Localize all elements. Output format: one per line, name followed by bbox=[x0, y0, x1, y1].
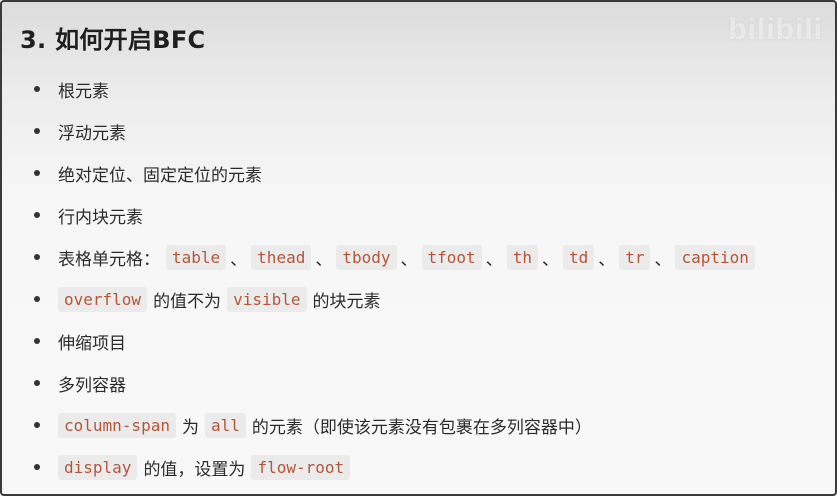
item-text: 多列容器 bbox=[58, 375, 126, 396]
item-text: 伸缩项目 bbox=[58, 333, 126, 354]
list-item-root-element: 根元素 bbox=[34, 68, 755, 110]
code-th: th bbox=[506, 244, 538, 270]
code-table: table bbox=[166, 244, 227, 270]
code-overflow: overflow bbox=[58, 286, 148, 312]
section-heading: 3. 如何开启BFC bbox=[20, 26, 206, 54]
item-label: 表格单元格： bbox=[58, 249, 160, 270]
code-column-span: column-span bbox=[58, 412, 176, 438]
separator: 、 bbox=[654, 249, 672, 270]
item-text: 的值，设置为 bbox=[143, 459, 246, 480]
code-display: display bbox=[58, 454, 138, 480]
item-text: 的块元素 bbox=[312, 291, 381, 312]
code-tbody: tbody bbox=[336, 244, 397, 270]
list-item-positioned-element: 绝对定位、固定定位的元素 bbox=[34, 152, 755, 194]
separator: 、 bbox=[485, 249, 503, 270]
code-td: td bbox=[562, 244, 595, 270]
bullet-icon bbox=[34, 86, 40, 92]
code-tfoot: tfoot bbox=[421, 244, 482, 270]
separator: 、 bbox=[315, 249, 333, 270]
item-text: 的值不为 bbox=[153, 291, 222, 312]
list-item-float-element: 浮动元素 bbox=[34, 110, 755, 152]
item-text: 的元素（即使该元素没有包裹在多列容器中） bbox=[251, 417, 592, 438]
slide-frame: bilibili 3. 如何开启BFC 根元素 浮动元素 绝对定位、固定定位的元… bbox=[0, 0, 837, 496]
list-item-flex-item: 伸缩项目 bbox=[34, 320, 755, 362]
bilibili-watermark: bilibili bbox=[728, 4, 829, 49]
item-text: 浮动元素 bbox=[58, 123, 126, 144]
bullet-icon bbox=[34, 128, 40, 134]
code-caption: caption bbox=[675, 244, 755, 270]
list-item-display-flow-root: display 的值，设置为 flow-root bbox=[34, 446, 755, 488]
separator: 、 bbox=[541, 249, 559, 270]
list-item-inline-block-element: 行内块元素 bbox=[34, 194, 755, 236]
bullet-icon bbox=[34, 464, 40, 470]
bullet-icon bbox=[34, 170, 40, 176]
code-flow-root: flow-root bbox=[251, 454, 351, 480]
code-thead: thead bbox=[251, 244, 312, 270]
list-item-table-cells: 表格单元格： table 、 thead 、 tbody 、 tfoot 、 t… bbox=[34, 236, 755, 278]
bullet-icon bbox=[34, 254, 40, 260]
separator: 、 bbox=[598, 249, 616, 270]
list-item-column-span: column-span 为 all 的元素（即使该元素没有包裹在多列容器中） bbox=[34, 404, 755, 446]
bullet-icon bbox=[34, 338, 40, 344]
watermark-text: bilibili bbox=[728, 13, 823, 46]
bullet-icon bbox=[34, 422, 40, 428]
separator: 、 bbox=[230, 249, 248, 270]
bullet-icon bbox=[34, 380, 40, 386]
item-text: 行内块元素 bbox=[58, 207, 143, 228]
code-visible: visible bbox=[227, 286, 307, 312]
bullet-icon bbox=[34, 296, 40, 302]
list-item-multicol-container: 多列容器 bbox=[34, 362, 755, 404]
item-text: 绝对定位、固定定位的元素 bbox=[58, 165, 262, 186]
code-all: all bbox=[204, 412, 246, 438]
separator: 、 bbox=[400, 249, 418, 270]
code-tr: tr bbox=[619, 244, 651, 270]
item-text: 为 bbox=[181, 417, 199, 438]
bullet-icon bbox=[34, 212, 40, 218]
bfc-conditions-list: 根元素 浮动元素 绝对定位、固定定位的元素 行内块元素 表格单元格： table… bbox=[34, 68, 755, 488]
item-text: 根元素 bbox=[58, 81, 109, 102]
list-item-overflow: overflow 的值不为 visible 的块元素 bbox=[34, 278, 755, 320]
